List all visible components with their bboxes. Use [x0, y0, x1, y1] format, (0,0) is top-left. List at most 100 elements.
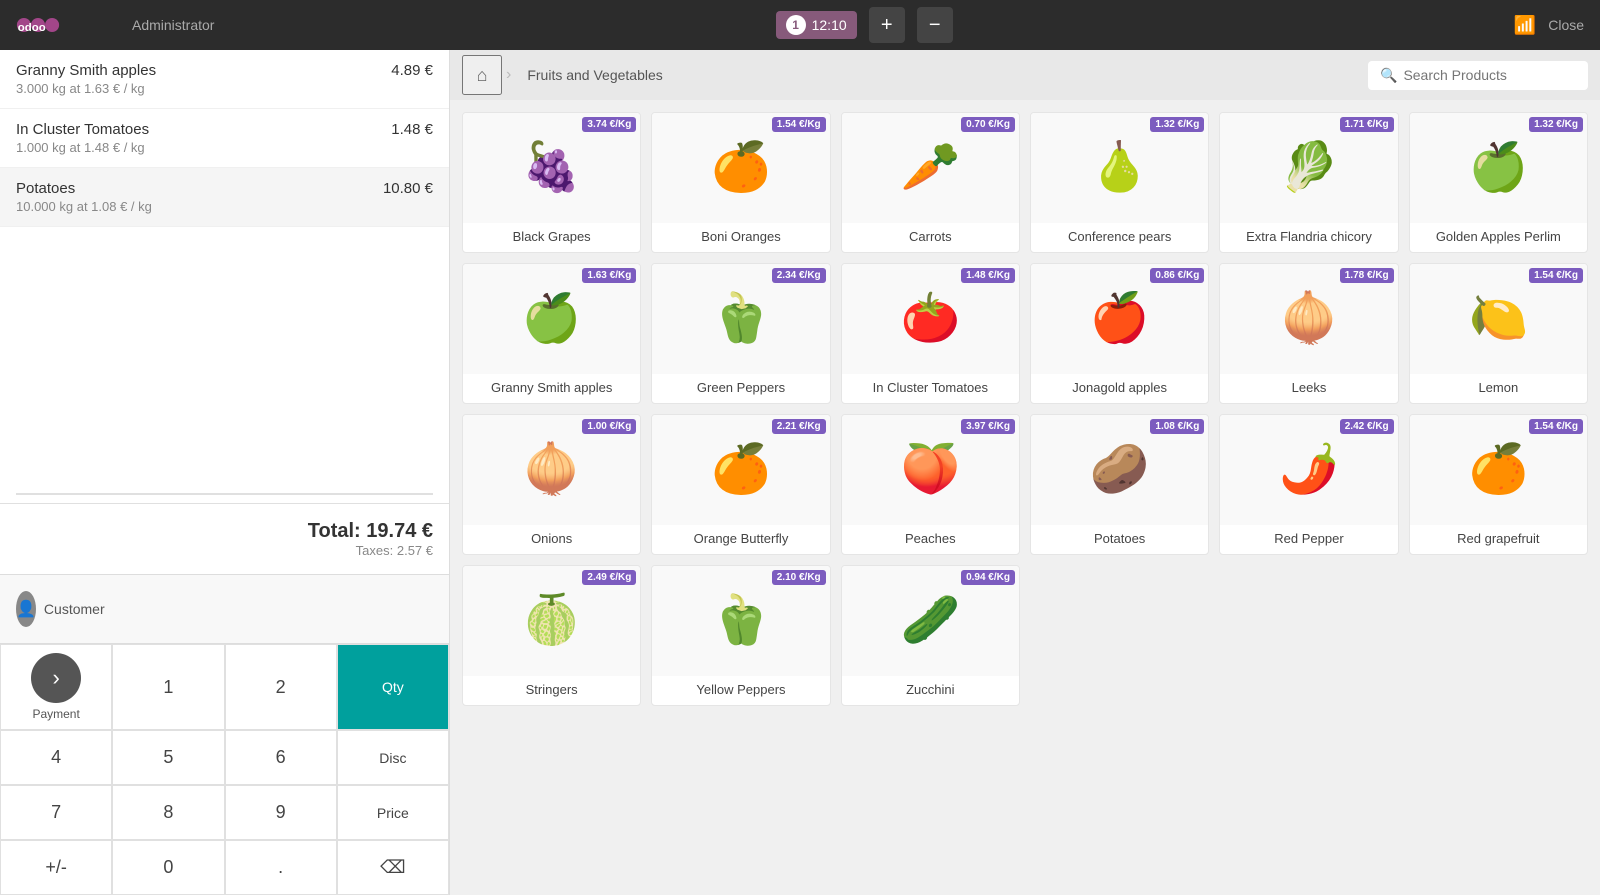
num-5-button[interactable]: 5	[112, 730, 224, 785]
search-icon: 🔍	[1380, 67, 1397, 84]
search-input[interactable]	[1403, 67, 1563, 83]
num-4-button[interactable]: 4	[0, 730, 112, 785]
product-name: Onions	[463, 525, 640, 554]
product-card[interactable]: 3.74 €/Kg 🍇 Black Grapes	[462, 112, 641, 253]
close-button[interactable]: Close	[1548, 17, 1584, 33]
product-emoji: 🍊	[711, 144, 771, 192]
price-badge: 1.54 €/Kg	[1529, 419, 1583, 434]
product-name: Carrots	[842, 223, 1019, 252]
product-emoji: 🥒	[900, 597, 960, 645]
num-0-button[interactable]: 0	[112, 840, 224, 895]
product-name: Yellow Peppers	[652, 676, 829, 705]
num-1-button[interactable]: 1	[112, 644, 224, 730]
product-name: In Cluster Tomatoes	[842, 374, 1019, 403]
product-emoji: 🍇	[522, 144, 582, 192]
price-badge: 1.54 €/Kg	[772, 117, 826, 132]
product-card[interactable]: 2.49 €/Kg 🍈 Stringers	[462, 565, 641, 706]
product-card[interactable]: 1.08 €/Kg 🥔 Potatoes	[1030, 414, 1209, 555]
price-badge: 2.42 €/Kg	[1340, 419, 1394, 434]
product-card[interactable]: 1.78 €/Kg 🧅 Leeks	[1219, 263, 1398, 404]
product-image-wrap: 1.32 €/Kg 🍐	[1031, 113, 1208, 223]
product-card[interactable]: 1.32 €/Kg 🍐 Conference pears	[1030, 112, 1209, 253]
search-bar: 🔍	[1368, 61, 1588, 90]
price-badge: 1.71 €/Kg	[1340, 117, 1394, 132]
product-image-wrap: 2.10 €/Kg 🫑	[652, 566, 829, 676]
item-price: 10.80 €	[383, 180, 433, 197]
topbar: odoo Administrator 1 12:10 + − 📶 Close	[0, 0, 1600, 50]
product-emoji: 🥔	[1090, 446, 1150, 494]
product-card[interactable]: 1.54 €/Kg 🍋 Lemon	[1409, 263, 1588, 404]
item-name: In Cluster Tomatoes	[16, 121, 149, 138]
product-emoji: 🍐	[1090, 144, 1150, 192]
product-image-wrap: 1.32 €/Kg 🍏	[1410, 113, 1587, 223]
disc-mode-button[interactable]: Disc	[337, 730, 449, 785]
product-name: Peaches	[842, 525, 1019, 554]
dot-button[interactable]: .	[225, 840, 337, 895]
product-card[interactable]: 0.70 €/Kg 🥕 Carrots	[841, 112, 1020, 253]
num-2-button[interactable]: 2	[225, 644, 337, 730]
product-card[interactable]: 1.00 €/Kg 🧅 Onions	[462, 414, 641, 555]
divider	[16, 493, 433, 495]
num-8-button[interactable]: 8	[112, 785, 224, 840]
product-card[interactable]: 1.71 €/Kg 🥬 Extra Flandria chicory	[1219, 112, 1398, 253]
price-badge: 1.00 €/Kg	[582, 419, 636, 434]
product-image-wrap: 3.97 €/Kg 🍑	[842, 415, 1019, 525]
price-mode-button[interactable]: Price	[337, 785, 449, 840]
product-card[interactable]: 2.34 €/Kg 🫑 Green Peppers	[651, 263, 830, 404]
product-image-wrap: 0.94 €/Kg 🥒	[842, 566, 1019, 676]
product-card[interactable]: 1.54 €/Kg 🍊 Red grapefruit	[1409, 414, 1588, 555]
session-button[interactable]: 1 12:10	[776, 11, 857, 39]
product-image-wrap: 1.54 €/Kg 🍊	[1410, 415, 1587, 525]
product-card[interactable]: 3.97 €/Kg 🍑 Peaches	[841, 414, 1020, 555]
product-name: Jonagold apples	[1031, 374, 1208, 403]
order-item[interactable]: Potatoes 10.80 € 10.000 kg at 1.08 € / k…	[0, 168, 449, 227]
product-image-wrap: 1.78 €/Kg 🧅	[1220, 264, 1397, 374]
product-card[interactable]: 1.63 €/Kg 🍏 Granny Smith apples	[462, 263, 641, 404]
product-image-wrap: 2.49 €/Kg 🍈	[463, 566, 640, 676]
product-card[interactable]: 1.48 €/Kg 🍅 In Cluster Tomatoes	[841, 263, 1020, 404]
total-amount: Total: 19.74 €	[16, 520, 433, 543]
product-card[interactable]: 2.10 €/Kg 🫑 Yellow Peppers	[651, 565, 830, 706]
price-badge: 1.32 €/Kg	[1150, 117, 1204, 132]
product-emoji: 🍈	[522, 597, 582, 645]
customer-button[interactable]: 👤 Customer	[0, 583, 110, 635]
product-name: Stringers	[463, 676, 640, 705]
price-badge: 1.32 €/Kg	[1529, 117, 1583, 132]
num-7-button[interactable]: 7	[0, 785, 112, 840]
order-item[interactable]: In Cluster Tomatoes 1.48 € 1.000 kg at 1…	[0, 109, 449, 168]
price-badge: 1.08 €/Kg	[1150, 419, 1204, 434]
product-emoji: 🥬	[1279, 144, 1339, 192]
price-badge: 1.63 €/Kg	[582, 268, 636, 283]
order-item[interactable]: Granny Smith apples 4.89 € 3.000 kg at 1…	[0, 50, 449, 109]
backspace-button[interactable]: ⌫	[337, 840, 449, 895]
product-image-wrap: 1.71 €/Kg 🥬	[1220, 113, 1397, 223]
product-card[interactable]: 0.86 €/Kg 🍎 Jonagold apples	[1030, 263, 1209, 404]
home-button[interactable]: ⌂	[462, 55, 502, 95]
num-9-button[interactable]: 9	[225, 785, 337, 840]
main-layout: Granny Smith apples 4.89 € 3.000 kg at 1…	[0, 50, 1600, 895]
product-emoji: 🫑	[711, 295, 771, 343]
plusminus-button[interactable]: +/-	[0, 840, 112, 895]
remove-order-button[interactable]: −	[917, 7, 953, 43]
numpad-grid: › Payment 1 2 Qty 4 5 6 Disc 7 8 9 Price…	[0, 644, 449, 895]
item-detail: 3.000 kg at 1.63 € / kg	[16, 81, 433, 96]
num-6-button[interactable]: 6	[225, 730, 337, 785]
price-badge: 0.86 €/Kg	[1150, 268, 1204, 283]
product-card[interactable]: 2.42 €/Kg 🌶️ Red Pepper	[1219, 414, 1398, 555]
product-image-wrap: 2.21 €/Kg 🍊	[652, 415, 829, 525]
price-badge: 3.74 €/Kg	[582, 117, 636, 132]
product-image-wrap: 2.42 €/Kg 🌶️	[1220, 415, 1397, 525]
price-badge: 1.48 €/Kg	[961, 268, 1015, 283]
product-card[interactable]: 0.94 €/Kg 🥒 Zucchini	[841, 565, 1020, 706]
customer-avatar: 👤	[16, 591, 36, 627]
add-order-button[interactable]: +	[869, 7, 905, 43]
product-card[interactable]: 1.54 €/Kg 🍊 Boni Oranges	[651, 112, 830, 253]
product-card[interactable]: 2.21 €/Kg 🍊 Orange Butterfly	[651, 414, 830, 555]
product-image-wrap: 1.00 €/Kg 🧅	[463, 415, 640, 525]
product-grid: 3.74 €/Kg 🍇 Black Grapes 1.54 €/Kg 🍊 Bon…	[450, 100, 1600, 895]
breadcrumb-category[interactable]: Fruits and Vegetables	[515, 59, 674, 91]
qty-mode-button[interactable]: Qty	[337, 644, 449, 730]
product-card[interactable]: 1.32 €/Kg 🍏 Golden Apples Perlim	[1409, 112, 1588, 253]
payment-button[interactable]: › Payment	[0, 644, 112, 730]
svg-text:odoo: odoo	[18, 22, 46, 34]
